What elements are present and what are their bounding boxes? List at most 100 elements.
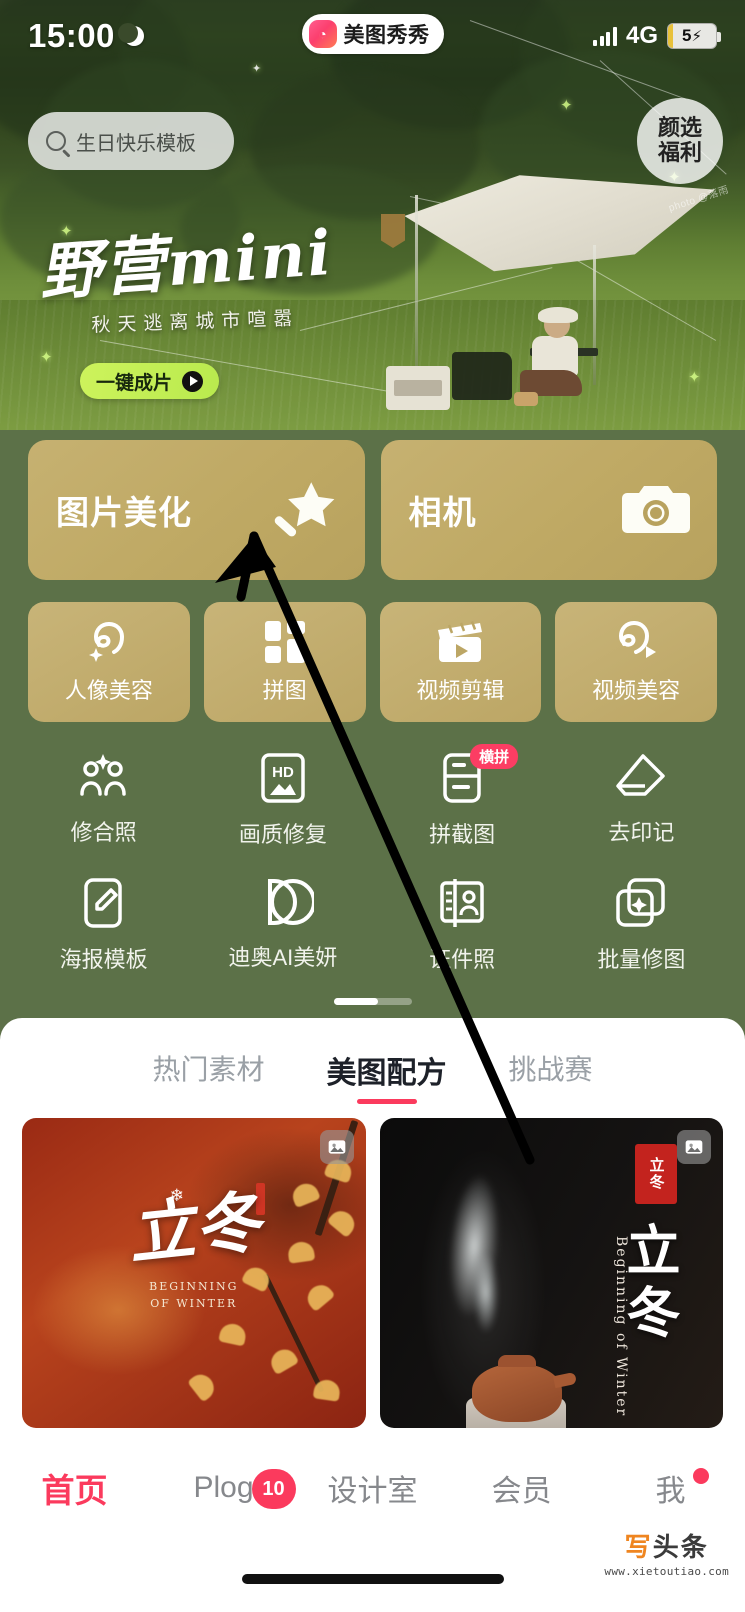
collage-tile[interactable]: 拼图	[203, 602, 366, 722]
nav-profile-dot	[692, 1468, 709, 1484]
status-clock: 15:00	[28, 17, 115, 54]
status-bar: 15:00 ◔ 美图秀秀 4G 5 ⚡	[0, 0, 745, 72]
network-type-label: 4G	[625, 22, 658, 49]
dior-ai-beauty-item[interactable]: 迪奥AI美妍	[193, 877, 372, 974]
nav-membership-label: 会员	[491, 1475, 552, 1508]
group-photo-fix-item[interactable]: 修合照	[14, 752, 193, 849]
tab-meitu-recipes[interactable]: 美图配方	[327, 1048, 447, 1104]
charging-bolt-icon: ⚡	[691, 28, 702, 45]
moon-icon	[117, 23, 144, 46]
collage-label: 拼图	[262, 678, 307, 703]
hd-restore-item[interactable]: HD 画质修复	[193, 752, 372, 849]
poster-template-label: 海报模板	[59, 947, 148, 972]
welfare-badge-button[interactable]: 颜选 福利	[637, 98, 723, 184]
welfare-line-2: 福利	[657, 140, 702, 165]
poster-template-icon	[83, 878, 122, 928]
lidong-red-card[interactable]: ❄ 立冬 BEGINNING OF WINTER	[22, 1118, 366, 1428]
screenshot-stitch-item[interactable]: 拼截图 横拼	[373, 744, 552, 849]
nav-home-label: 首页	[41, 1472, 108, 1509]
lidong-english-vertical: Beginning of Winter	[613, 1236, 629, 1418]
camera-label: 相机	[408, 494, 477, 531]
eraser-item[interactable]: 去印记	[552, 752, 731, 849]
search-placeholder: 生日快乐模板	[76, 132, 196, 155]
search-icon	[46, 131, 66, 151]
tent-pole-left	[415, 195, 418, 380]
beautify-photo-card[interactable]: 图片美化	[28, 440, 365, 580]
tab-hot-materials[interactable]: 热门素材	[152, 1048, 264, 1104]
one-tap-video-button[interactable]: 一键成片	[80, 363, 220, 399]
nav-design-studio[interactable]: 设计室	[298, 1466, 447, 1510]
hd-restore-label: 画质修复	[238, 822, 327, 847]
image-stack-icon	[677, 1130, 711, 1164]
id-photo-item[interactable]: 证件照	[373, 877, 552, 974]
nav-plog[interactable]: Plog 10	[149, 1469, 298, 1509]
tab-challenge[interactable]: 挑战赛	[509, 1048, 593, 1104]
batch-edit-icon	[616, 878, 666, 927]
nav-plog-badge: 10	[251, 1469, 296, 1509]
nav-design-studio-label: 设计室	[327, 1475, 418, 1508]
bottom-navigation: 首页 Plog 10 设计室 会员 我	[0, 1440, 745, 1536]
secondary-actions-row: 人像美容 拼图 视频剪辑 视频美容	[28, 602, 717, 722]
hd-restore-icon: HD	[261, 753, 305, 803]
tools-icon-grid: 修合照 HD 画质修复 拼截图 横拼 去印记 海报模板 迪奥AI美妍 证件照 批…	[14, 744, 731, 974]
screenshot-stitch-badge: 横拼	[470, 744, 519, 769]
camera-card[interactable]: 相机	[380, 440, 717, 580]
welfare-line-1: 颜选	[657, 115, 702, 141]
nav-profile-label: 我	[655, 1475, 686, 1508]
hero-title-main: 野营mini	[37, 215, 336, 310]
camper-person	[510, 307, 596, 406]
eraser-icon	[616, 754, 666, 796]
video-beauty-tile[interactable]: 视频美容	[555, 602, 717, 722]
red-seal-stamp: 立冬	[635, 1144, 677, 1204]
poster-template-item[interactable]: 海报模板	[14, 877, 193, 974]
watermark-cn-1: 写	[624, 1532, 653, 1562]
nav-home[interactable]: 首页	[0, 1464, 149, 1512]
sparkle-icon: ✦	[688, 369, 701, 386]
app-name-pill[interactable]: ◔ 美图秀秀	[301, 14, 444, 54]
dior-ai-beauty-label: 迪奥AI美妍	[228, 945, 338, 970]
watermark-url: www.xietoutiao.com	[604, 1565, 729, 1578]
home-indicator	[241, 1574, 504, 1584]
batch-edit-label: 批量修图	[597, 947, 686, 972]
watermark: 写头条 www.xietoutiao.com	[604, 1527, 729, 1578]
signal-bars-icon	[593, 26, 617, 46]
lidong-dark-card[interactable]: 立冬 立冬 Beginning of Winter	[379, 1118, 723, 1428]
lidong-calligraphy: 立冬	[124, 1182, 264, 1275]
sparkle-icon: ✦	[40, 349, 53, 366]
sparkle-icon: ✦	[560, 97, 573, 114]
lidong-english-caption: BEGINNING OF WINTER	[149, 1280, 239, 1310]
eraser-label: 去印记	[608, 820, 675, 845]
teapot	[471, 1355, 562, 1422]
battery-indicator: 5 ⚡	[667, 23, 721, 49]
phone-screen: ✦ ✦ ✦ ✦ ✦ ✦ photo @落雨 15:00 ◔ 美图秀秀 4G 5⚡…	[0, 0, 745, 1612]
camp-chair	[452, 352, 512, 400]
portrait-beauty-icon	[88, 622, 124, 662]
status-right-group: 4G 5 ⚡	[593, 22, 721, 50]
image-stack-icon	[319, 1130, 354, 1164]
recipe-card-list: ❄ 立冬 BEGINNING OF WINTER 立冬 立冬 Beginning…	[0, 1104, 745, 1428]
hero-title-group: 野营mini 秋天逃离城市喧嚣	[36, 202, 338, 345]
nav-plog-label: Plog	[193, 1471, 254, 1504]
portrait-beauty-tile[interactable]: 人像美容	[28, 602, 190, 722]
svg-text:HD: HD	[272, 764, 294, 781]
content-tabs: 热门素材 美图配方 挑战赛	[0, 1018, 745, 1104]
play-icon	[182, 370, 204, 392]
battery-level-label: 5	[681, 26, 692, 45]
portrait-beauty-label: 人像美容	[64, 678, 153, 703]
dior-logo-icon	[267, 878, 314, 926]
watermark-cn-2: 头条	[652, 1532, 709, 1562]
search-input[interactable]: 生日快乐模板	[28, 112, 234, 170]
video-clapperboard-icon	[438, 621, 483, 662]
collage-icon	[264, 621, 305, 663]
group-photo-fix-icon	[79, 754, 126, 796]
page-indicator[interactable]	[333, 998, 412, 1005]
status-left-group: 15:00	[28, 17, 144, 55]
video-edit-tile[interactable]: 视频剪辑	[379, 602, 542, 722]
nav-profile[interactable]: 我	[596, 1466, 745, 1510]
beautify-photo-label: 图片美化	[56, 494, 192, 531]
screenshot-stitch-label: 拼截图	[429, 822, 496, 847]
group-photo-fix-label: 修合照	[70, 820, 137, 845]
batch-edit-item[interactable]: 批量修图	[552, 877, 731, 974]
nav-membership[interactable]: 会员	[447, 1466, 596, 1510]
tent-canopy	[398, 168, 718, 288]
